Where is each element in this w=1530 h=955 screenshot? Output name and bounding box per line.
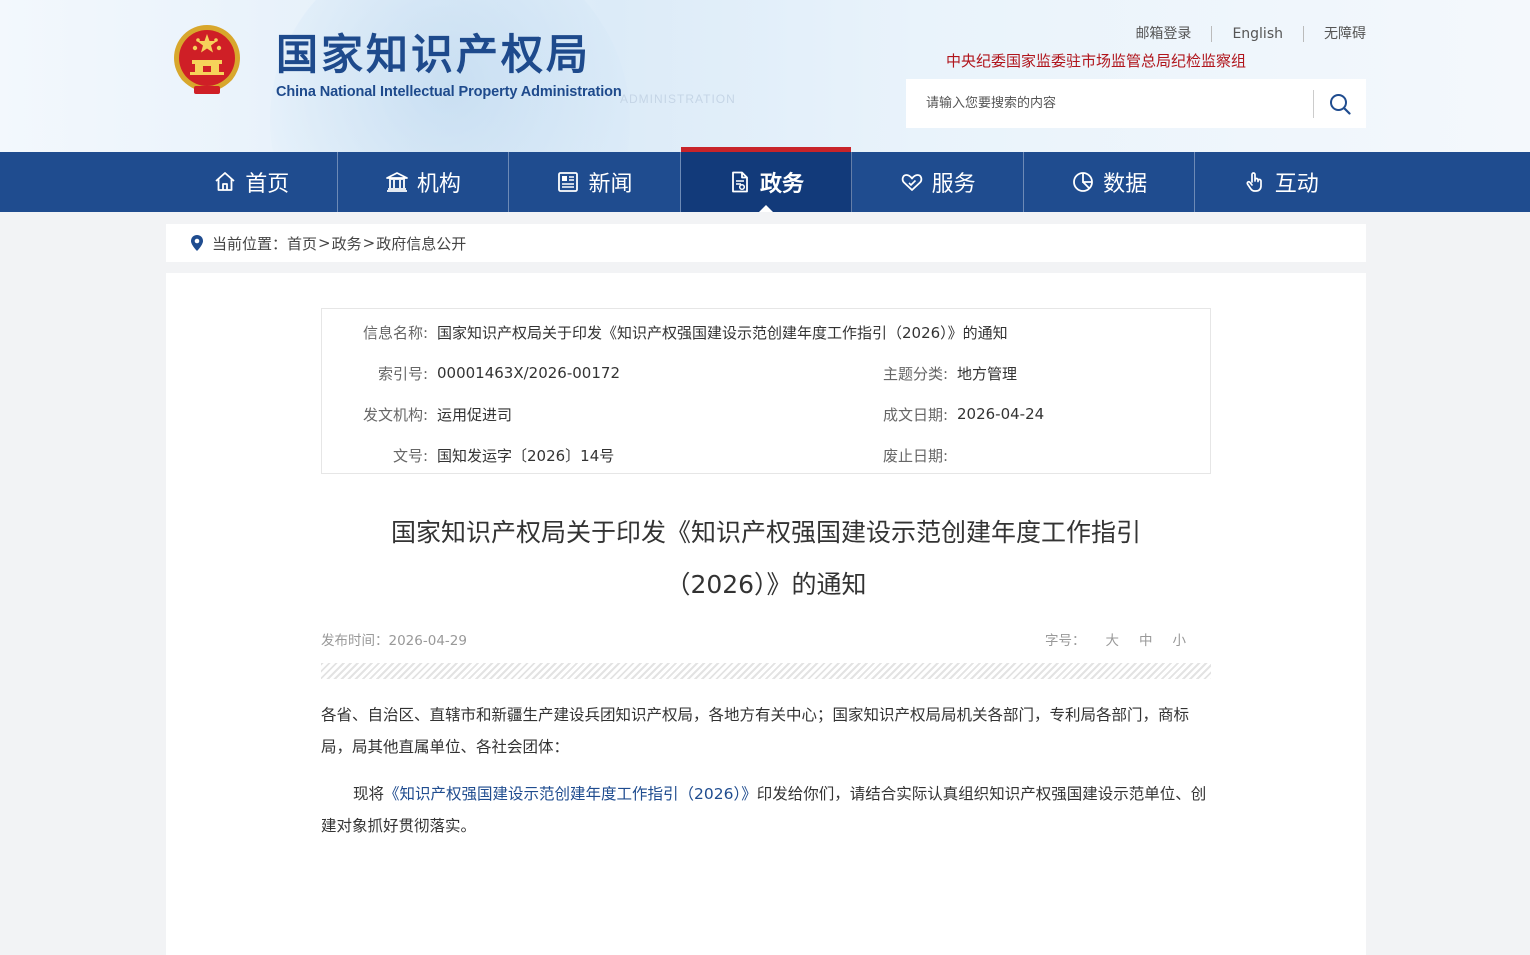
meta-label-name: 信息名称: (362, 323, 428, 342)
meta-value-date: 2026-04-24 (957, 405, 1045, 423)
publish-label: 发布时间： (321, 633, 389, 649)
info-meta-table: 信息名称: 国家知识产权局关于印发《知识产权强国建设示范创建年度工作指引（202… (321, 308, 1211, 474)
meta-value-docno: 国知发运字〔2026〕14号 (437, 446, 615, 465)
meta-value-issuer: 运用促进司 (437, 405, 513, 424)
meta-row-index: 索引号: 00001463X/2026-00172 (322, 362, 620, 384)
nav-item-home[interactable]: 首页 (166, 152, 338, 212)
font-size-label: 字号： (1045, 633, 1086, 649)
institution-icon (385, 170, 409, 194)
nav-item-service[interactable]: 服务 (852, 152, 1024, 212)
home-icon (213, 170, 237, 194)
meta-value-index: 00001463X/2026-00172 (437, 364, 620, 382)
search-button[interactable] (1314, 79, 1366, 128)
meta-row-topic: 主题分类: 地方管理 (842, 362, 1017, 384)
article-title-line1: 国家知识产权局关于印发《知识产权强国建设示范创建年度工作指引 (390, 518, 1141, 547)
notice-prefix: 现将 (353, 785, 385, 803)
search-input[interactable] (906, 79, 1313, 128)
meta-label-index: 索引号: (377, 364, 428, 383)
logo-chinese-title[interactable]: 国家知识产权局 (276, 28, 591, 82)
nav-label-data: 数据 (1103, 172, 1148, 197)
article-paragraph-notice: 现将《知识产权强国建设示范创建年度工作指引（2026）》印发给你们，请结合实际认… (321, 778, 1211, 842)
breadcrumb-separator: > (362, 234, 376, 252)
font-size-small[interactable]: 小 (1173, 629, 1187, 649)
nav-item-government-affairs[interactable]: 政务 (680, 147, 853, 212)
nav-label-service: 服务 (931, 172, 976, 197)
meta-row-date: 成文日期: 2026-04-24 (842, 403, 1044, 425)
accessibility-link[interactable]: 无障碍 (1303, 26, 1366, 42)
nav-item-institution[interactable]: 机构 (338, 152, 510, 212)
guideline-link[interactable]: 《知识产权强国建设示范创建年度工作指引（2026）》 (384, 785, 757, 803)
article-body: 各省、自治区、直辖市和新疆生产建设兵团知识产权局，各地方有关中心；国家知识产权局… (321, 699, 1211, 857)
meta-label-issuer: 发文机构: (362, 405, 428, 424)
pie-chart-icon (1071, 170, 1095, 194)
meta-value-name: 国家知识产权局关于印发《知识产权强国建设示范创建年度工作指引（2026）》的通知 (437, 323, 1008, 342)
search-box (906, 79, 1366, 128)
meta-row-issuer: 发文机构: 运用促进司 (322, 403, 512, 425)
search-icon (1330, 93, 1351, 115)
national-emblem-icon (174, 25, 240, 94)
main-content: 信息名称: 国家知识产权局关于印发《知识产权强国建设示范创建年度工作指引（202… (166, 273, 1366, 955)
meta-label-topic: 主题分类: (882, 364, 948, 383)
inspection-group-link[interactable]: 中央纪委国家监委驻市场监管总局纪检监察组 (946, 50, 1246, 71)
nav-label-news: 新闻 (588, 172, 633, 197)
heart-hand-icon (900, 170, 924, 194)
nav-label-home: 首页 (245, 172, 290, 197)
meta-row-docno: 文号: 国知发运字〔2026〕14号 (322, 444, 614, 466)
font-size-switcher: 字号： 大 中 小 (1045, 629, 1186, 649)
top-links: 邮箱登录 English 无障碍 (1135, 26, 1366, 42)
meta-label-docno: 文号: (392, 446, 428, 465)
font-size-medium[interactable]: 中 (1139, 629, 1153, 649)
breadcrumb-home[interactable]: 首页 (287, 233, 317, 254)
logo-english-title[interactable]: China National Intellectual Property Adm… (276, 84, 622, 100)
font-size-large[interactable]: 大 (1106, 629, 1120, 649)
breadcrumb-prefix: 当前位置： (212, 234, 288, 253)
breadcrumb-government-affairs[interactable]: 政务 (332, 233, 362, 254)
location-pin-icon (190, 234, 204, 252)
meta-label-expiry: 废止日期: (882, 446, 948, 465)
hand-pointer-icon (1243, 170, 1267, 194)
nav-label-government-affairs: 政务 (760, 172, 805, 197)
watermark-text: ADMINISTRATION (620, 92, 736, 106)
english-link[interactable]: English (1211, 26, 1303, 42)
document-icon (728, 170, 752, 194)
main-nav: 首页 机构 新闻 政务 服务 数据 互动 (0, 147, 1530, 212)
article-paragraph-recipients: 各省、自治区、直辖市和新疆生产建设兵团知识产权局，各地方有关中心；国家知识产权局… (321, 706, 1190, 756)
mail-login-link[interactable]: 邮箱登录 (1135, 26, 1211, 42)
meta-value-topic: 地方管理 (957, 364, 1018, 383)
breadcrumb: 当前位置： 首页 > 政务 > 政府信息公开 (166, 224, 1366, 262)
meta-label-date: 成文日期: (882, 405, 948, 424)
publish-info: 发布时间：2026-04-29 字号： 大 中 小 (321, 629, 1211, 649)
site-header: ADMINISTRATION 国家知识产权局 China National In… (0, 0, 1530, 152)
publish-date-value: 2026-04-29 (388, 633, 467, 649)
divider-stripe (321, 663, 1211, 679)
article-title-line2: （2026）》的通知 (665, 570, 867, 599)
publish-date: 发布时间：2026-04-29 (321, 629, 467, 649)
nav-item-news[interactable]: 新闻 (509, 152, 681, 212)
nav-label-institution: 机构 (416, 172, 461, 197)
breadcrumb-separator: > (318, 234, 331, 252)
meta-row-name: 信息名称: 国家知识产权局关于印发《知识产权强国建设示范创建年度工作指引（202… (322, 321, 1008, 343)
nav-label-interaction: 互动 (1274, 172, 1319, 197)
nav-item-interaction[interactable]: 互动 (1195, 152, 1366, 212)
article-title: 国家知识产权局关于印发《知识产权强国建设示范创建年度工作指引 （2026）》的通… (321, 507, 1211, 611)
newspaper-icon (556, 170, 580, 194)
nav-item-data[interactable]: 数据 (1024, 152, 1196, 212)
meta-row-expiry: 废止日期: (842, 444, 957, 466)
breadcrumb-info-disclosure[interactable]: 政府信息公开 (376, 233, 466, 254)
